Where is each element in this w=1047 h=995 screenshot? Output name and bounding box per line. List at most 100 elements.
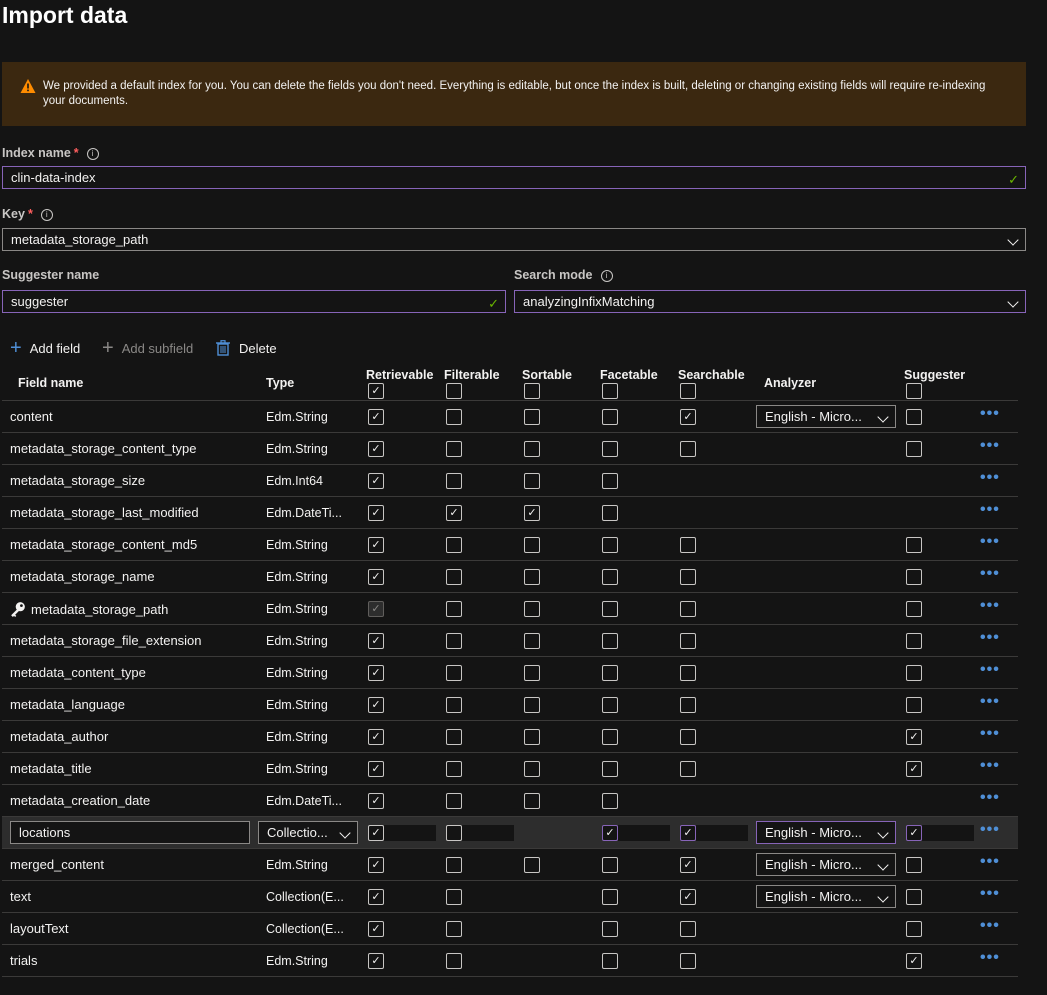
analyzer-dropdown[interactable]: English - Micro... xyxy=(756,885,896,908)
more-options-icon[interactable]: ••• xyxy=(980,693,1000,711)
suggester-checkbox[interactable] xyxy=(906,569,922,585)
filterable-checkbox[interactable] xyxy=(446,633,462,649)
searchable-checkbox[interactable]: ✓ xyxy=(680,889,696,905)
sortable-checkbox[interactable] xyxy=(524,665,540,681)
filterable-checkbox[interactable] xyxy=(446,697,462,713)
table-row[interactable]: metadata_title Edm.String ✓ ✓ ••• xyxy=(2,753,1018,785)
sortable-checkbox[interactable] xyxy=(524,569,540,585)
index-name-input[interactable]: clin-data-index ✓ xyxy=(2,166,1026,189)
more-options-icon[interactable]: ••• xyxy=(980,565,1000,583)
facetable-checkbox[interactable] xyxy=(602,633,618,649)
sortable-checkbox[interactable] xyxy=(524,633,540,649)
sortable-checkbox[interactable] xyxy=(524,409,540,425)
table-row[interactable]: metadata_storage_file_extension Edm.Strin… xyxy=(2,625,1018,657)
retrievable-checkbox[interactable]: ✓ xyxy=(368,761,384,777)
filterable-checkbox[interactable] xyxy=(446,921,462,937)
suggester-checkbox[interactable] xyxy=(906,633,922,649)
more-options-icon[interactable]: ••• xyxy=(980,821,1000,839)
table-row[interactable]: metadata_creation_date Edm.DateTi... ✓ ••• xyxy=(2,785,1018,817)
facetable-checkbox[interactable] xyxy=(602,857,618,873)
searchable-checkbox[interactable] xyxy=(680,601,696,617)
suggester-checkbox[interactable]: ✓ xyxy=(906,729,922,745)
delete-button[interactable]: Delete xyxy=(216,338,277,358)
filterable-checkbox[interactable] xyxy=(446,409,462,425)
facetable-checkbox[interactable] xyxy=(602,601,618,617)
more-options-icon[interactable]: ••• xyxy=(980,789,1000,807)
retrievable-checkbox[interactable]: ✓ xyxy=(368,793,384,809)
info-icon[interactable]: i xyxy=(600,270,613,282)
more-options-icon[interactable]: ••• xyxy=(980,757,1000,775)
header-searchable-checkbox[interactable] xyxy=(680,383,696,399)
retrievable-checkbox[interactable]: ✓ xyxy=(368,409,384,425)
facetable-checkbox[interactable] xyxy=(602,697,618,713)
facetable-checkbox[interactable] xyxy=(602,889,618,905)
searchable-checkbox[interactable] xyxy=(680,729,696,745)
suggester-checkbox[interactable] xyxy=(906,665,922,681)
header-sortable-checkbox[interactable] xyxy=(524,383,540,399)
facetable-checkbox[interactable] xyxy=(602,473,618,489)
facetable-checkbox[interactable] xyxy=(602,665,618,681)
table-row[interactable]: metadata_storage_name Edm.String ✓ ••• xyxy=(2,561,1018,593)
more-options-icon[interactable]: ••• xyxy=(980,501,1000,519)
retrievable-checkbox[interactable]: ✓ xyxy=(368,825,384,841)
sortable-checkbox[interactable]: ✓ xyxy=(524,505,540,521)
suggester-checkbox[interactable] xyxy=(906,889,922,905)
suggester-checkbox[interactable]: ✓ xyxy=(906,761,922,777)
table-row[interactable]: metadata_content_type Edm.String ✓ ••• xyxy=(2,657,1018,689)
sortable-checkbox[interactable] xyxy=(524,761,540,777)
header-suggester-checkbox[interactable] xyxy=(906,383,922,399)
add-field-button[interactable]: + Add field xyxy=(10,338,80,358)
facetable-checkbox[interactable] xyxy=(602,441,618,457)
add-subfield-button[interactable]: + Add subfield xyxy=(102,338,193,358)
sortable-checkbox[interactable] xyxy=(524,601,540,617)
more-options-icon[interactable]: ••• xyxy=(980,949,1000,967)
header-facetable-checkbox[interactable] xyxy=(602,383,618,399)
more-options-icon[interactable]: ••• xyxy=(980,661,1000,679)
table-row[interactable]: trials Edm.String ✓ ✓ ••• xyxy=(2,945,1018,977)
facetable-checkbox[interactable] xyxy=(602,505,618,521)
retrievable-checkbox[interactable]: ✓ xyxy=(368,505,384,521)
filterable-checkbox[interactable] xyxy=(446,441,462,457)
retrievable-checkbox[interactable]: ✓ xyxy=(368,953,384,969)
retrievable-checkbox[interactable]: ✓ xyxy=(368,697,384,713)
facetable-checkbox[interactable] xyxy=(602,793,618,809)
more-options-icon[interactable]: ••• xyxy=(980,597,1000,615)
filterable-checkbox[interactable] xyxy=(446,665,462,681)
retrievable-checkbox[interactable]: ✓ xyxy=(368,857,384,873)
analyzer-dropdown[interactable]: English - Micro... xyxy=(756,405,896,428)
searchable-checkbox[interactable] xyxy=(680,921,696,937)
facetable-checkbox[interactable] xyxy=(602,537,618,553)
header-retrievable-checkbox[interactable]: ✓ xyxy=(368,383,384,399)
filterable-checkbox[interactable] xyxy=(446,761,462,777)
filterable-checkbox[interactable] xyxy=(446,601,462,617)
sortable-checkbox[interactable] xyxy=(524,697,540,713)
retrievable-checkbox[interactable]: ✓ xyxy=(368,441,384,457)
more-options-icon[interactable]: ••• xyxy=(980,437,1000,455)
sortable-checkbox[interactable] xyxy=(524,729,540,745)
suggester-checkbox[interactable] xyxy=(906,857,922,873)
search-mode-dropdown[interactable]: analyzingInfixMatching xyxy=(514,290,1026,313)
table-row[interactable]: content Edm.String ✓ ✓ English - Micro... ••• xyxy=(2,401,1018,433)
table-row[interactable]: metadata_storage_path Edm.String ✓ ••• xyxy=(2,593,1018,625)
suggester-checkbox[interactable]: ✓ xyxy=(906,953,922,969)
filterable-checkbox[interactable] xyxy=(446,825,462,841)
suggester-checkbox[interactable] xyxy=(906,537,922,553)
searchable-checkbox[interactable]: ✓ xyxy=(680,409,696,425)
filterable-checkbox[interactable] xyxy=(446,857,462,873)
retrievable-checkbox[interactable]: ✓ xyxy=(368,633,384,649)
suggester-checkbox[interactable] xyxy=(906,601,922,617)
table-row[interactable]: merged_content Edm.String ✓ ✓ English - Micr… xyxy=(2,849,1018,881)
searchable-checkbox[interactable] xyxy=(680,953,696,969)
facetable-checkbox[interactable] xyxy=(602,729,618,745)
searchable-checkbox[interactable]: ✓ xyxy=(680,857,696,873)
suggester-checkbox[interactable]: ✓ xyxy=(906,825,922,841)
type-dropdown[interactable]: Collectio... xyxy=(258,821,358,844)
sortable-checkbox[interactable] xyxy=(524,793,540,809)
table-row[interactable]: text Collection(E... ✓ ✓ English - Micro... •… xyxy=(2,881,1018,913)
more-options-icon[interactable]: ••• xyxy=(980,405,1000,423)
searchable-checkbox[interactable] xyxy=(680,633,696,649)
more-options-icon[interactable]: ••• xyxy=(980,533,1000,551)
facetable-checkbox[interactable] xyxy=(602,761,618,777)
facetable-checkbox[interactable] xyxy=(602,953,618,969)
suggester-checkbox[interactable] xyxy=(906,441,922,457)
